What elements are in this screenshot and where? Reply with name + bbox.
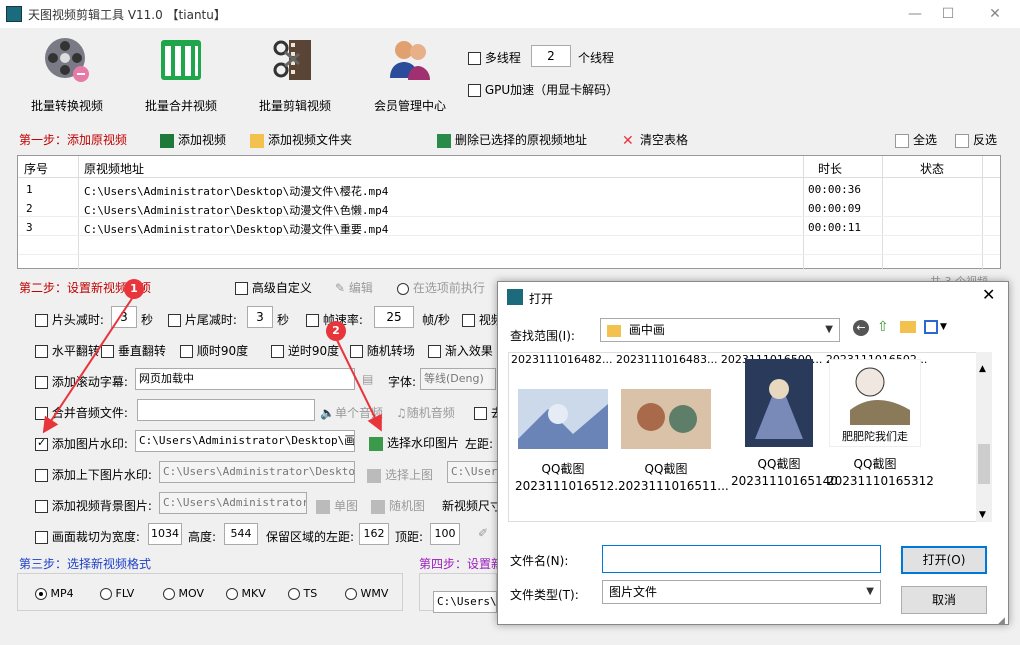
file-name: QQ截图 (757, 457, 801, 471)
dialog-title-bar: 打开 ✕ (498, 282, 1008, 312)
file-list[interactable]: 2023111016482... 2023111016483... 202311… (508, 352, 992, 522)
file-date: 2023111016511... (618, 479, 729, 493)
file-name: QQ截图 (644, 462, 688, 476)
filetype-label: 文件类型(T): (510, 588, 579, 602)
file-item[interactable]: QQ截图 2023111016512... (515, 389, 626, 493)
dialog-title: 打开 (529, 292, 554, 306)
view-chevron-icon[interactable]: ▼ (940, 322, 947, 332)
file-item[interactable]: 肥肥陀我们走 QQ截图 20231110165312 (827, 359, 934, 488)
dialog-app-icon (507, 289, 523, 305)
back-icon[interactable]: ← (853, 320, 869, 336)
thumbnail-image (745, 359, 813, 447)
file-date: 20231110165140 (731, 474, 838, 488)
new-folder-icon[interactable] (900, 321, 916, 333)
scroll-down-icon[interactable]: ▼ (979, 510, 986, 520)
file-date: 20231110165312 (827, 474, 934, 488)
open-button[interactable]: 打开(O) (901, 546, 987, 574)
file-name: QQ截图 (541, 462, 585, 476)
view-menu-icon[interactable] (924, 320, 938, 334)
folder-icon (607, 324, 621, 337)
filetype-combo[interactable]: 图片文件 ▼ (602, 580, 881, 604)
thumbnail-image (518, 389, 608, 449)
thumb-caption: 肥肥陀我们走 (842, 430, 908, 443)
thumbnail-image: 肥肥陀我们走 (829, 359, 921, 447)
filetype-value: 图片文件 (609, 585, 658, 599)
up-folder-icon[interactable]: ⇧ (877, 319, 889, 335)
file-list-scrollbar[interactable]: ▲ ▼ (976, 352, 992, 522)
file-name: QQ截图 (853, 457, 897, 471)
file-item[interactable]: QQ截图 2023111016511... (618, 389, 729, 493)
chevron-down-icon: ▼ (825, 324, 833, 335)
lookin-folder: 画中画 (628, 323, 665, 337)
file-item[interactable]: QQ截图 20231110165140 (731, 359, 838, 488)
resize-grip-icon[interactable]: ◢ (998, 616, 1005, 626)
cancel-button[interactable]: 取消 (901, 586, 987, 614)
filename-label: 文件名(N): (510, 554, 569, 568)
lookin-label: 查找范围(I): (510, 329, 575, 343)
dialog-close-icon[interactable]: ✕ (982, 285, 995, 304)
step-badge-2: 2 (326, 321, 346, 341)
scrollbar-thumb[interactable] (978, 444, 990, 484)
lookin-combo[interactable]: 画中画 ▼ (600, 318, 840, 342)
open-dialog: 打开 ✕ 查找范围(I): 画中画 ▼ ← ⇧ ▼ 2023111016482.… (497, 281, 1009, 626)
chevron-down-icon: ▼ (866, 586, 874, 597)
filename-input[interactable] (602, 545, 881, 573)
thumbnail-image (621, 389, 711, 449)
scroll-up-icon[interactable]: ▲ (979, 364, 986, 374)
step-badge-1: 1 (124, 279, 144, 299)
file-date: 2023111016512... (515, 479, 626, 493)
